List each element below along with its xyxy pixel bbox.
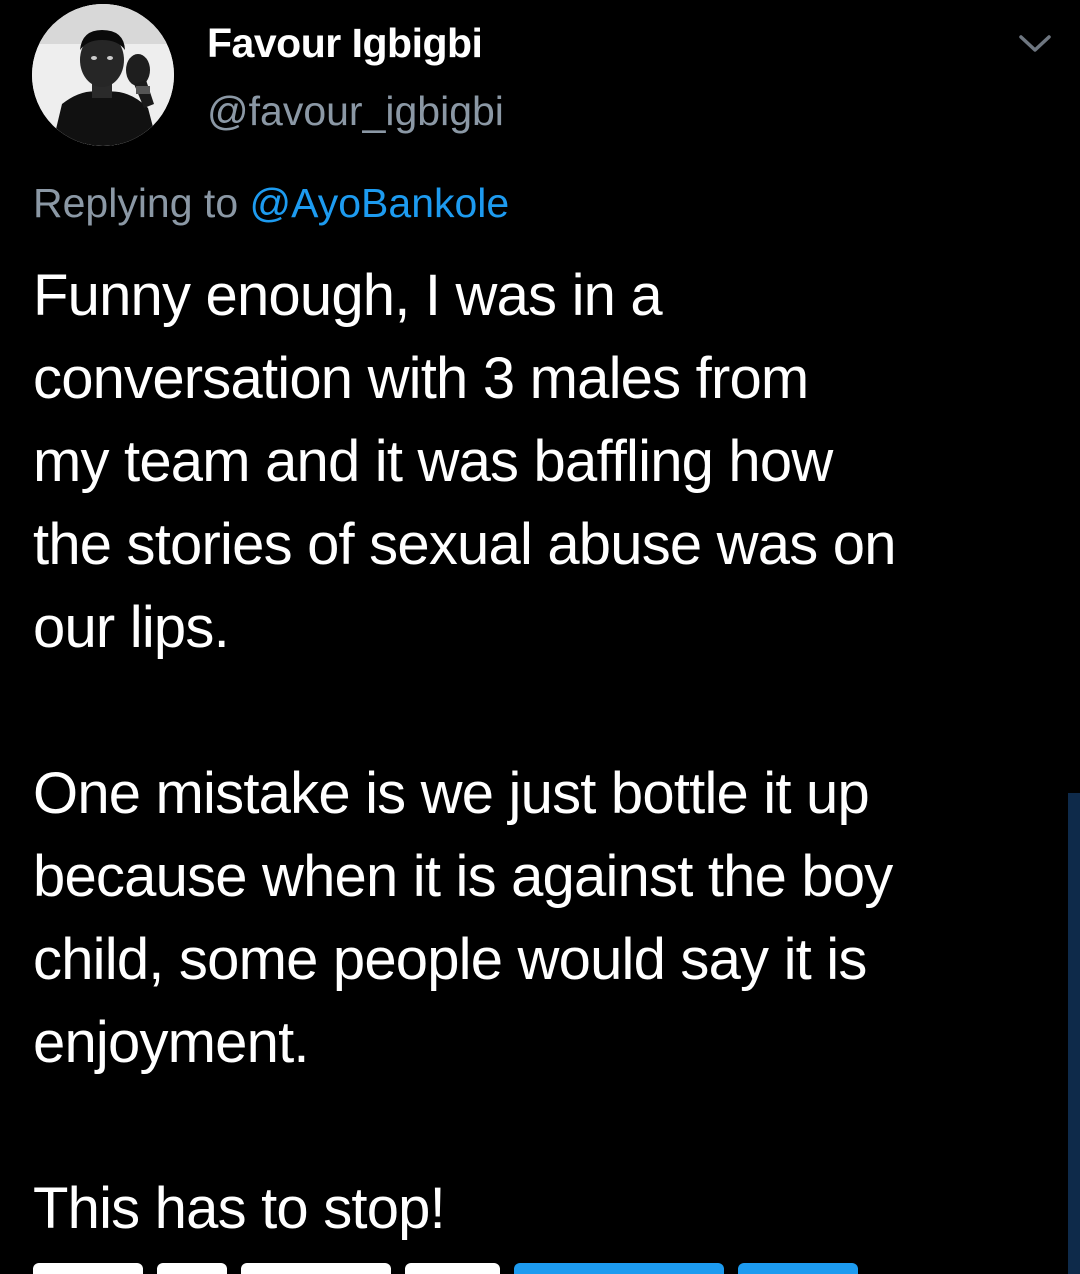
tweet-text: Funny enough, I was in a conversation wi… [33,263,896,1241]
chevron-down-icon [1019,35,1051,52]
author-name[interactable]: Favour Igbigbi [207,20,483,67]
avatar-photo [32,4,174,146]
author-avatar[interactable] [32,4,174,146]
tweet-text-overflow [33,1262,933,1274]
replying-to-label: Replying to [33,180,250,226]
more-options-button[interactable] [1012,26,1058,62]
reply-mention-link[interactable]: @AyoBankole [250,180,510,226]
author-handle[interactable]: @favour_igbigbi [207,88,504,135]
tweet: Favour Igbigbi @favour_igbigbi Replying … [0,0,1080,1274]
replying-to: Replying to @AyoBankole [33,180,509,227]
scrollbar[interactable] [1068,793,1080,1274]
